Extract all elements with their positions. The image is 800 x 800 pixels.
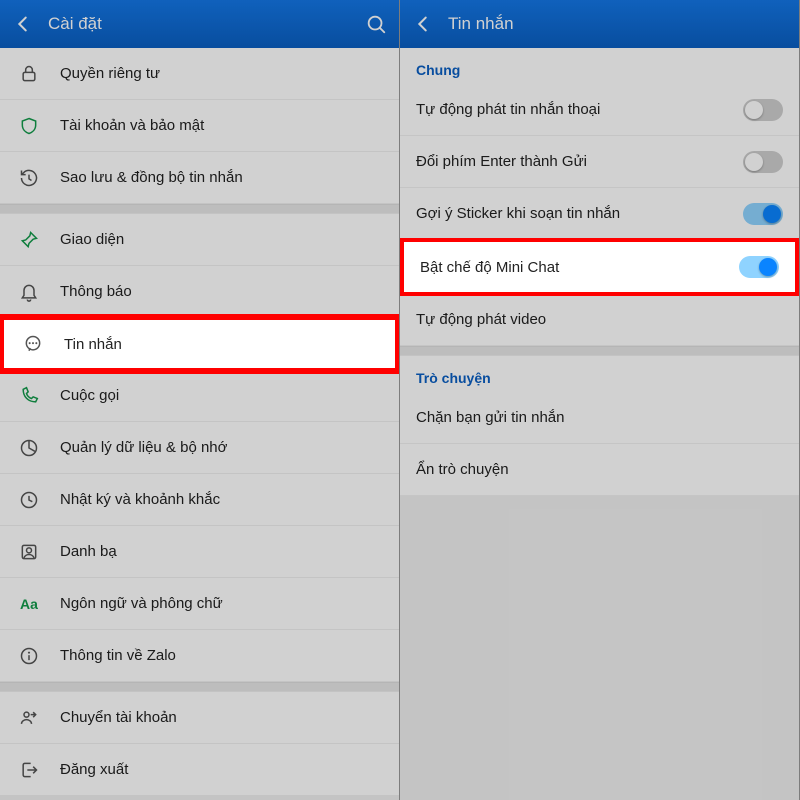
sidebar-item-label: Đăng xuất [60,761,128,778]
sidebar-item-backup[interactable]: Sao lưu & đồng bộ tin nhắn [0,152,399,204]
row-label: Chặn bạn gửi tin nhắn [416,409,783,426]
settings-list: Quyền riêng tư Tài khoản và bảo mật Sao … [0,48,399,800]
sidebar-item-messages[interactable]: Tin nhắn [0,316,399,372]
sidebar-item-label: Cuộc gọi [60,387,119,404]
contact-icon [16,542,42,562]
info-icon [16,646,42,666]
back-icon[interactable] [412,13,434,35]
row-label: Gợi ý Sticker khi soạn tin nhắn [416,205,743,222]
sidebar-item-switch[interactable]: Chuyển tài khoản [0,692,399,744]
sidebar-item-label: Thông tin về Zalo [60,647,176,664]
toggle-sticker[interactable] [743,203,783,225]
sidebar-item-notify[interactable]: Thông báo [0,266,399,318]
sidebar-item-calls[interactable]: Cuộc gọi [0,370,399,422]
pin-icon [16,230,42,250]
sidebar-item-label: Quản lý dữ liệu & bộ nhớ [60,439,227,456]
toggle-enter-send[interactable] [743,151,783,173]
shield-icon [16,116,42,136]
settings-panel: Cài đặt Quyền riêng tư Tài khoản và bảo … [0,0,400,800]
sidebar-item-label: Sao lưu & đồng bộ tin nhắn [60,169,243,186]
sidebar-item-theme[interactable]: Giao diện [0,214,399,266]
sidebar-item-contacts[interactable]: Danh bạ [0,526,399,578]
sidebar-item-label: Nhật ký và khoảnh khắc [60,491,220,508]
messages-header: Tin nhắn [400,0,799,48]
row-label: Ẩn trò chuyện [416,461,783,478]
section-label-general: Chung [400,48,799,84]
row-label: Đổi phím Enter thành Gửi [416,153,743,170]
bell-icon [16,282,42,302]
pie-icon [16,438,42,458]
sidebar-item-label: Tin nhắn [64,336,122,353]
sidebar-item-label: Giao diện [60,231,124,248]
chat-icon [20,334,46,354]
messages-settings-panel: Tin nhắn Chung Tự động phát tin nhắn tho… [400,0,800,800]
clock-icon [16,490,42,510]
sidebar-item-label: Danh bạ [60,543,117,560]
sidebar-item-diary[interactable]: Nhật ký và khoảnh khắc [0,474,399,526]
phone-icon [16,386,42,406]
row-label: Tự động phát video [416,311,783,328]
section-label-chat: Trò chuyện [400,356,799,392]
history-icon [16,168,42,188]
toggle-auto-voice[interactable] [743,99,783,121]
toggle-mini-chat[interactable] [739,256,779,278]
switch-user-icon [16,708,42,728]
sidebar-item-privacy[interactable]: Quyền riêng tư [0,48,399,100]
row-enter-send[interactable]: Đổi phím Enter thành Gửi [400,136,799,188]
sidebar-item-about[interactable]: Thông tin về Zalo [0,630,399,682]
sidebar-item-label: Ngôn ngữ và phông chữ [60,595,223,612]
sidebar-item-font[interactable]: Aa Ngôn ngữ và phông chữ [0,578,399,630]
sidebar-item-label: Tài khoản và bảo mật [60,117,204,134]
row-sticker[interactable]: Gợi ý Sticker khi soạn tin nhắn [400,188,799,240]
row-hide[interactable]: Ẩn trò chuyện [400,444,799,496]
messages-settings-list: Chung Tự động phát tin nhắn thoại Đổi ph… [400,48,799,800]
settings-title: Cài đặt [48,14,102,34]
sidebar-item-label: Thông báo [60,283,132,300]
row-block[interactable]: Chặn bạn gửi tin nhắn [400,392,799,444]
row-mini-chat[interactable]: Bật chế độ Mini Chat [400,238,799,296]
sidebar-item-logout[interactable]: Đăng xuất [0,744,399,796]
settings-header: Cài đặt [0,0,399,48]
sidebar-item-label: Quyền riêng tư [60,65,160,82]
search-icon[interactable] [365,13,387,35]
lock-icon [16,64,42,84]
sidebar-item-account[interactable]: Tài khoản và bảo mật [0,100,399,152]
row-auto-voice[interactable]: Tự động phát tin nhắn thoại [400,84,799,136]
logout-icon [16,760,42,780]
row-label: Tự động phát tin nhắn thoại [416,101,743,118]
back-icon[interactable] [12,13,34,35]
sidebar-item-data[interactable]: Quản lý dữ liệu & bộ nhớ [0,422,399,474]
aa-icon: Aa [16,596,42,612]
row-label: Bật chế độ Mini Chat [420,259,739,276]
sidebar-item-label: Chuyển tài khoản [60,709,177,726]
row-auto-video[interactable]: Tự động phát video [400,294,799,346]
messages-title: Tin nhắn [448,14,514,34]
